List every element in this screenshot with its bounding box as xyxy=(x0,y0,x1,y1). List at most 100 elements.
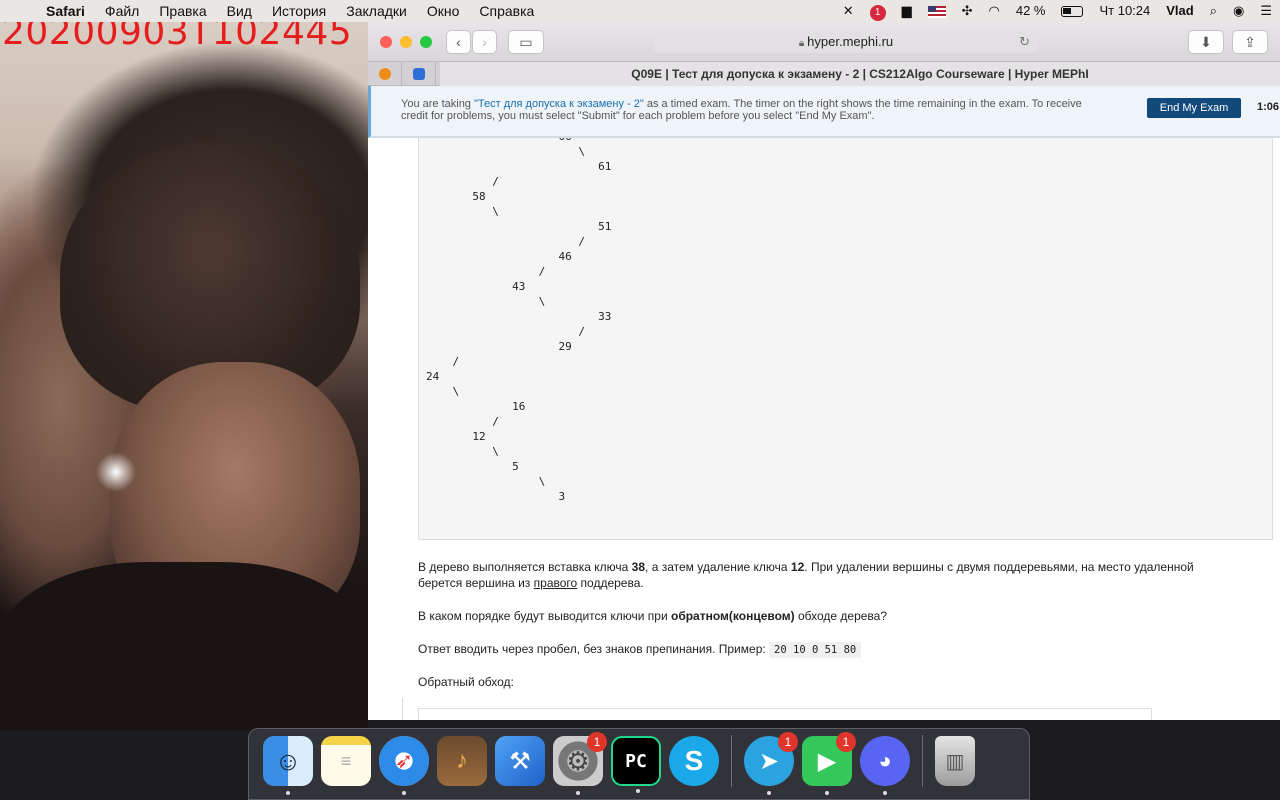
finder-icon: ☺ xyxy=(274,745,302,776)
browser-toolbar: ‹ › ▭ 🔒︎ hyper.mephi.ru ↻ ⬇ ⇪ xyxy=(368,22,1280,62)
bluetooth-icon[interactable]: ✕ xyxy=(835,0,862,22)
running-indicator xyxy=(767,791,771,795)
status-badge: 1 xyxy=(869,5,886,21)
chat-icon[interactable]: ▆ xyxy=(894,0,920,22)
running-indicator xyxy=(883,791,887,795)
example-answer: 20 10 0 51 80 xyxy=(769,642,862,658)
wifi-icon[interactable]: ◠ xyxy=(981,0,1008,22)
dock-xcode[interactable]: ⚒ xyxy=(495,736,545,786)
problem-question: В каком порядке будут выводится ключи пр… xyxy=(418,609,888,623)
answer-input[interactable] xyxy=(418,708,1152,720)
traversal-type: обратном(концевом) xyxy=(670,609,795,623)
close-window-button[interactable] xyxy=(380,36,392,48)
reload-icon[interactable]: ↻ xyxy=(1019,31,1030,53)
menu-view[interactable]: Вид xyxy=(217,0,262,22)
webcam-feed: 20200903T102445 xyxy=(0,22,368,730)
dock-telegram[interactable]: ➤ 1 xyxy=(744,732,798,795)
sidebar-icon: ▭ xyxy=(519,33,533,50)
dock-finder[interactable]: ☺ xyxy=(263,736,313,795)
video-camera-icon: ▶ xyxy=(817,747,837,775)
menu-file[interactable]: Файл xyxy=(95,0,149,22)
running-indicator xyxy=(825,791,829,795)
zoom-window-button[interactable] xyxy=(420,36,432,48)
dock-skype[interactable]: S xyxy=(669,736,719,786)
dock-trash[interactable]: ▥ xyxy=(935,736,975,786)
right-subtree-term: правого xyxy=(533,576,578,590)
pinned-site-icon xyxy=(378,67,391,80)
gear-icon: ⚙ xyxy=(566,745,590,776)
spotlight-search-icon[interactable]: ⌕ xyxy=(1202,0,1225,22)
end-exam-button[interactable]: End My Exam xyxy=(1147,98,1241,118)
menu-bookmarks[interactable]: Закладки xyxy=(336,0,417,22)
pycharm-icon: PC xyxy=(625,750,647,772)
back-button[interactable]: ‹ xyxy=(446,30,471,54)
exam-banner: You are taking "Тест для допуска к экзам… xyxy=(368,86,1280,138)
delete-key: 12 xyxy=(790,560,805,574)
pinned-tab-2[interactable] xyxy=(402,61,436,86)
forward-button[interactable]: › xyxy=(472,30,497,54)
dock-notes[interactable]: ≡ xyxy=(321,736,371,786)
running-indicator xyxy=(286,791,290,795)
menu-bar: Safari Файл Правка Вид История Закладки … xyxy=(0,0,1280,22)
chevron-right-icon: › xyxy=(482,34,487,50)
exam-timer: 1:06: xyxy=(1257,101,1280,113)
webcam-timestamp: 20200903T102445 xyxy=(2,22,353,53)
status-app-icon[interactable]: 1 xyxy=(862,0,894,22)
running-indicator xyxy=(636,789,640,793)
notification-badge: 1 xyxy=(587,732,607,752)
running-indicator xyxy=(402,791,406,795)
discord-icon: ◕ xyxy=(878,748,892,773)
webcam-person-shirt xyxy=(0,562,368,730)
exam-link[interactable]: "Тест для допуска к экзамену - 2" xyxy=(474,98,644,110)
webcam-light-spot xyxy=(96,452,136,492)
paper-plane-icon: ➤ xyxy=(758,747,780,775)
menu-edit[interactable]: Правка xyxy=(149,0,216,22)
guitar-icon: ♪ xyxy=(456,747,468,774)
lock-icon: 🔒︎ xyxy=(798,38,805,49)
problem-statement: В дерево выполняется вставка ключа 38, а… xyxy=(418,560,1194,590)
divider xyxy=(402,698,403,720)
pinned-chat-icon xyxy=(412,67,425,80)
share-button[interactable]: ⇪ xyxy=(1232,30,1268,54)
safari-window: ‹ › ▭ 🔒︎ hyper.mephi.ru ↻ ⬇ ⇪ Q09E | Тест… xyxy=(368,22,1280,720)
dock-facetime[interactable]: ▶ 1 xyxy=(802,732,856,795)
tab-bar: Q09E | Тест для допуска к экзамену - 2 |… xyxy=(368,61,1280,86)
battery-percent[interactable]: 42 % xyxy=(1008,0,1054,22)
dock-system-preferences[interactable]: ⚙ 1 xyxy=(553,732,607,795)
brightness-icon[interactable]: ✣ xyxy=(954,0,981,22)
insert-key: 38 xyxy=(631,560,646,574)
sidebar-button[interactable]: ▭ xyxy=(508,30,544,54)
dock-discord[interactable]: ◕ xyxy=(860,736,910,795)
notification-badge: 1 xyxy=(836,732,856,752)
tree-diagram-box: 66 \ 61 / 58 \ 51 / 46 / xyxy=(418,138,1273,540)
clock[interactable]: Чт 10:24 xyxy=(1091,0,1158,22)
notes-icon: ≡ xyxy=(340,750,352,771)
minimize-window-button[interactable] xyxy=(400,36,412,48)
tree-diagram: 66 \ 61 / 58 \ 51 / 46 / xyxy=(426,138,612,503)
answer-format-hint: Ответ вводить через пробел, без знаков п… xyxy=(418,641,1238,658)
menu-window[interactable]: Окно xyxy=(417,0,470,22)
address-bar[interactable]: 🔒︎ hyper.mephi.ru ↻ xyxy=(654,31,1038,53)
compass-icon: ➶ xyxy=(394,748,414,773)
battery-icon[interactable] xyxy=(1053,0,1091,22)
hammer-icon: ⚒ xyxy=(509,747,531,775)
menu-help[interactable]: Справка xyxy=(469,0,544,22)
problem-content: 66 \ 61 / 58 \ 51 / 46 / xyxy=(368,138,1280,720)
dock-safari[interactable]: ➶ xyxy=(379,736,429,795)
dock-pycharm[interactable]: PC xyxy=(611,736,661,793)
exam-message: You are taking "Тест для допуска к экзам… xyxy=(401,98,1082,122)
trash-icon: ▥ xyxy=(945,750,965,773)
user-name[interactable]: Vlad xyxy=(1158,0,1201,22)
siri-icon[interactable]: ◉ xyxy=(1225,0,1252,22)
downloads-button[interactable]: ⬇ xyxy=(1188,30,1224,54)
notification-center-icon[interactable]: ☰ xyxy=(1252,0,1280,22)
active-tab[interactable]: Q09E | Тест для допуска к экзамену - 2 |… xyxy=(440,62,1280,86)
menu-app-safari[interactable]: Safari xyxy=(36,0,95,22)
pinned-tab-1[interactable] xyxy=(368,61,402,86)
menu-history[interactable]: История xyxy=(262,0,336,22)
dock-garageband[interactable]: ♪ xyxy=(437,736,487,786)
answer-label: Обратный обход: xyxy=(418,675,514,689)
chevron-left-icon: ‹ xyxy=(456,34,461,50)
input-source-flag-icon[interactable] xyxy=(920,0,954,22)
dock-separator xyxy=(731,735,732,787)
